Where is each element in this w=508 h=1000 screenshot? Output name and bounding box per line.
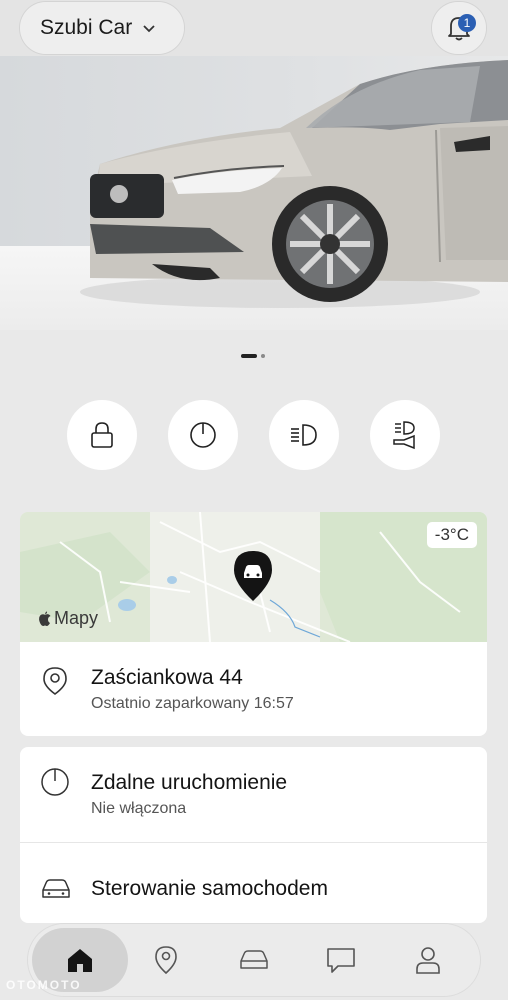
nav-car[interactable] (236, 942, 272, 978)
bottom-navigation (28, 924, 480, 996)
car-selector[interactable]: Szubi Car (20, 2, 184, 54)
horn-lights-button[interactable] (370, 400, 440, 470)
chevron-down-icon (143, 25, 155, 33)
chat-icon (327, 948, 355, 973)
profile-icon (416, 947, 440, 974)
home-icon (68, 949, 92, 972)
remote-start-row[interactable]: Zdalne uruchomienie Nie włączona (20, 747, 487, 842)
parked-location-row[interactable]: Zaściankowa 44 Ostatnio zaparkowany 16:5… (20, 642, 487, 736)
remote-start-status: Nie włączona (91, 800, 187, 817)
parked-status-label: Ostatnio zaparkowany 16:57 (91, 695, 294, 712)
address-label: Zaściankowa 44 (91, 666, 243, 689)
car-icon (240, 950, 268, 969)
map-view[interactable]: -3°C Mapy (20, 512, 487, 642)
nav-profile[interactable] (410, 942, 446, 978)
headlights-icon (291, 424, 317, 446)
location-icon (155, 946, 177, 975)
nav-home[interactable] (62, 942, 98, 978)
actions-card: Zdalne uruchomienie Nie włączona Sterowa… (20, 747, 487, 923)
location-card[interactable]: -3°C Mapy Zaściankowa 44 Ostatnio zapark… (20, 512, 487, 736)
nav-location[interactable] (148, 942, 184, 978)
pager-dot-active (241, 354, 257, 358)
temperature-label: -3°C (426, 522, 477, 548)
lock-icon (91, 422, 113, 448)
location-pin-icon (43, 667, 67, 695)
car-control-title: Sterowanie samochodem (91, 877, 328, 900)
quick-actions (67, 400, 441, 470)
carousel-pager (241, 354, 265, 358)
car-location-pin-icon[interactable] (232, 549, 274, 603)
car-control-row[interactable]: Sterowanie samochodem (20, 843, 487, 923)
headlights-button[interactable] (269, 400, 339, 470)
watermark: OTOMOTO (6, 978, 82, 992)
car-name: Szubi Car (40, 16, 133, 39)
engine-button[interactable] (168, 400, 238, 470)
remote-start-title: Zdalne uruchomienie (91, 771, 288, 794)
car-image[interactable] (60, 56, 508, 316)
lock-button[interactable] (67, 400, 137, 470)
car-icon (42, 879, 70, 898)
maps-label: Mapy (54, 608, 99, 628)
apple-maps-logo: Mapy (38, 608, 98, 629)
nav-messages[interactable] (323, 942, 359, 978)
notifications-button[interactable]: 1 (432, 2, 486, 54)
notification-badge: 1 (458, 14, 476, 32)
power-icon (190, 422, 216, 448)
pager-dot (261, 354, 265, 358)
apple-logo-icon (39, 610, 51, 626)
power-icon (41, 768, 69, 796)
horn-lights-icon (393, 421, 415, 450)
